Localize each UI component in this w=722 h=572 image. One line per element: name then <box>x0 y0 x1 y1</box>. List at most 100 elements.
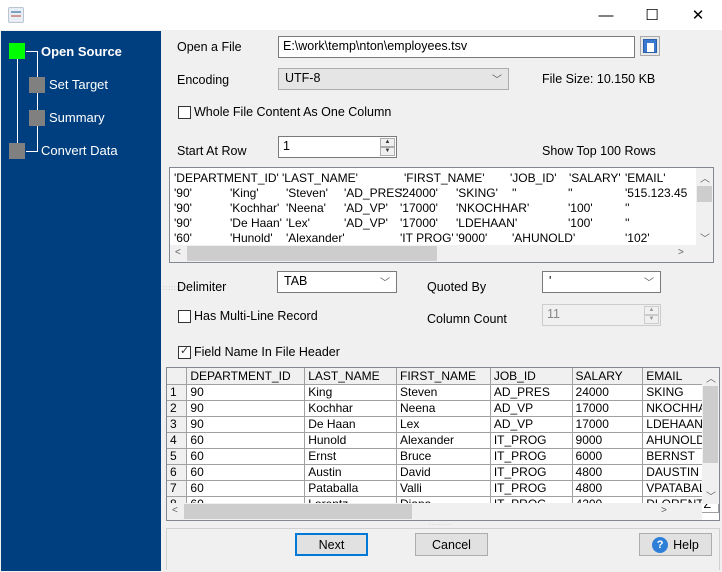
scroll-thumb[interactable] <box>703 386 718 463</box>
minimize-button[interactable]: — <box>583 0 629 30</box>
data-grid[interactable]: DEPARTMENT_ID LAST_NAME FIRST_NAME JOB_I… <box>166 367 720 521</box>
table-cell[interactable]: IT_PROG <box>490 432 573 449</box>
table-cell[interactable]: Pataballa <box>304 480 397 497</box>
start-row-spinner[interactable]: ▲ ▼ <box>380 138 395 156</box>
row-number[interactable]: 1 <box>167 384 188 401</box>
spin-down-icon[interactable]: ▼ <box>380 147 395 156</box>
row-number[interactable]: 2 <box>167 400 188 417</box>
table-cell[interactable]: 17000 <box>572 400 644 417</box>
help-icon: ? <box>652 536 669 553</box>
table-cell[interactable]: Neena <box>396 400 491 417</box>
minimize-icon: — <box>598 6 614 24</box>
preview-vertical-scrollbar[interactable]: ︿ ﹀ <box>696 168 713 245</box>
field-name-header-checkbox[interactable] <box>178 344 191 359</box>
table-cell[interactable]: AD_PRES <box>490 384 573 401</box>
scroll-up-icon[interactable]: ︿ <box>706 370 716 385</box>
scroll-thumb[interactable] <box>187 246 437 261</box>
table-cell[interactable]: De Haan <box>304 416 397 433</box>
encoding-select[interactable]: UTF-8 ﹀ <box>278 68 509 90</box>
table-cell[interactable]: Kochhar <box>304 400 397 417</box>
row-header-corner[interactable] <box>167 368 188 385</box>
next-button[interactable]: Next <box>295 533 368 556</box>
spin-up-icon[interactable]: ▲ <box>380 138 395 147</box>
scroll-up-icon[interactable]: ︿ <box>700 170 710 185</box>
close-button[interactable]: ✕ <box>675 0 721 30</box>
table-cell[interactable]: AD_VP <box>490 416 573 433</box>
grid-horizontal-scrollbar[interactable]: < > <box>167 503 702 520</box>
table-cell[interactable]: Bruce <box>396 448 491 465</box>
table-cell[interactable]: 4800 <box>572 464 644 481</box>
whole-file-label: Whole File Content As One Column <box>194 105 392 119</box>
raw-preview-box[interactable]: 'DEPARTMENT_ID' 'LAST_NAME' 'FIRST_NAME'… <box>169 167 714 263</box>
cancel-button[interactable]: Cancel <box>415 533 488 556</box>
table-cell[interactable]: 90 <box>186 400 306 417</box>
table-cell[interactable]: 60 <box>186 432 306 449</box>
table-cell[interactable]: Valli <box>396 480 491 497</box>
table-row[interactable]: 4 60 Hunold Alexander IT_PROG 9000 AHUNOLD <box>167 432 719 449</box>
multi-line-checkbox[interactable] <box>178 310 191 323</box>
table-cell[interactable]: IT_PROG <box>490 480 573 497</box>
column-header[interactable]: LAST_NAME <box>304 368 397 385</box>
table-cell[interactable]: Lex <box>396 416 491 433</box>
preview-cell: 'AD_VP' <box>344 201 388 215</box>
table-cell[interactable]: 60 <box>186 448 306 465</box>
table-cell[interactable]: 60 <box>186 464 306 481</box>
scroll-down-icon[interactable]: ﹀ <box>700 230 710 245</box>
table-cell[interactable]: 6000 <box>572 448 644 465</box>
table-row[interactable]: 3 90 De Haan Lex AD_VP 17000 LDEHAAN <box>167 416 719 433</box>
row-number[interactable]: 7 <box>167 480 188 497</box>
table-cell[interactable]: Steven <box>396 384 491 401</box>
scroll-left-icon[interactable]: < <box>175 247 181 258</box>
grid-vertical-scrollbar[interactable]: ︿ ﹀ <box>702 368 719 504</box>
table-cell[interactable]: IT_PROG <box>490 464 573 481</box>
table-cell[interactable]: King <box>304 384 397 401</box>
table-cell[interactable]: Hunold <box>304 432 397 449</box>
scroll-thumb[interactable] <box>184 504 412 519</box>
step-status-icon <box>9 143 25 159</box>
table-cell[interactable]: 4800 <box>572 480 644 497</box>
table-row[interactable]: 6 60 Austin David IT_PROG 4800 DAUSTIN <box>167 464 719 481</box>
row-number[interactable]: 4 <box>167 432 188 449</box>
preview-horizontal-scrollbar[interactable]: < > <box>170 245 713 262</box>
table-cell[interactable]: Ernst <box>304 448 397 465</box>
table-row[interactable]: 2 90 Kochhar Neena AD_VP 17000 NKOCHHAR <box>167 400 719 417</box>
scroll-right-icon[interactable]: > <box>678 247 684 258</box>
help-button[interactable]: ? Help <box>639 533 712 556</box>
row-number[interactable]: 6 <box>167 464 188 481</box>
scroll-left-icon[interactable]: < <box>172 505 178 516</box>
table-cell[interactable]: David <box>396 464 491 481</box>
table-cell[interactable]: 90 <box>186 416 306 433</box>
whole-file-checkbox[interactable] <box>178 106 191 119</box>
table-row[interactable]: 1 90 King Steven AD_PRES 24000 SKING <box>167 384 719 401</box>
table-cell[interactable]: IT_PROG <box>490 448 573 465</box>
row-number[interactable]: 3 <box>167 416 188 433</box>
table-cell[interactable]: 90 <box>186 384 306 401</box>
column-header[interactable]: DEPARTMENT_ID <box>186 368 306 385</box>
file-path-input[interactable]: E:\work\temp\nton\employees.tsv <box>278 36 635 58</box>
table-row[interactable]: 5 60 Ernst Bruce IT_PROG 6000 BERNST <box>167 448 719 465</box>
table-cell[interactable]: 17000 <box>572 416 644 433</box>
scroll-down-icon[interactable]: ﹀ <box>706 488 716 503</box>
table-cell[interactable]: 24000 <box>572 384 644 401</box>
scroll-right-icon[interactable]: > <box>661 505 667 516</box>
column-header[interactable]: FIRST_NAME <box>396 368 491 385</box>
browse-file-button[interactable] <box>640 36 660 56</box>
table-cell[interactable]: 9000 <box>572 432 644 449</box>
quoted-by-select[interactable]: ' ﹀ <box>542 271 661 293</box>
scroll-thumb[interactable] <box>697 186 712 202</box>
row-number[interactable]: 5 <box>167 448 188 465</box>
column-header[interactable]: SALARY <box>572 368 644 385</box>
maximize-button[interactable]: ☐ <box>629 0 675 30</box>
preview-cell: '' <box>625 201 630 215</box>
preview-cell: 'SALARY' <box>569 171 621 185</box>
delimiter-select[interactable]: TAB ﹀ <box>277 271 397 293</box>
column-header[interactable]: JOB_ID <box>490 368 573 385</box>
table-cell[interactable]: 60 <box>186 480 306 497</box>
start-row-input[interactable]: 1 ▲ ▼ <box>278 136 397 158</box>
table-cell[interactable]: AD_VP <box>490 400 573 417</box>
spin-down-icon: ▼ <box>644 315 659 324</box>
table-cell[interactable]: Austin <box>304 464 397 481</box>
table-row[interactable]: 7 60 Pataballa Valli IT_PROG 4800 VPATABAL <box>167 480 719 497</box>
table-cell[interactable]: Alexander <box>396 432 491 449</box>
quoted-by-value: ' <box>549 274 552 288</box>
